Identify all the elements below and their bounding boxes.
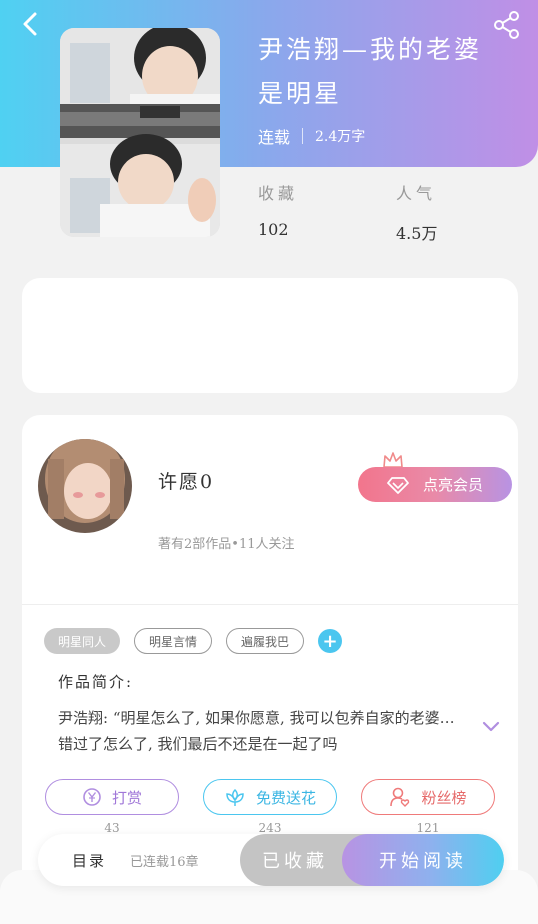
fans-label: 粉丝榜 — [421, 788, 467, 807]
send-flower-button[interactable]: 免费送花 — [203, 779, 337, 815]
add-tag-button[interactable]: + — [318, 629, 343, 653]
tip-label: 打赏 — [111, 788, 142, 807]
plus-icon: + — [322, 630, 338, 652]
popularity-stat: 人气 4.5万 — [396, 180, 437, 244]
bottom-bar: 目录 已连载16章 已收藏 开始阅读 — [38, 834, 504, 886]
popularity-value: 4.5万 — [396, 224, 438, 243]
cover-image — [60, 28, 220, 237]
tip-button[interactable]: 打赏 — [45, 779, 179, 815]
start-reading-label: 开始阅读 — [379, 851, 467, 872]
fans-ranking-button[interactable]: 粉丝榜 — [361, 779, 495, 815]
book-meta: 连载 2.4万字 — [258, 124, 365, 148]
yen-coin-icon — [83, 788, 101, 806]
meta-divider — [302, 128, 304, 144]
diamond-icon — [387, 476, 409, 494]
chapter-status: 已连载16章 — [130, 855, 199, 870]
author-name[interactable]: 许愿0 — [158, 467, 214, 494]
avatar-image — [38, 439, 132, 533]
back-icon[interactable] — [18, 10, 46, 38]
fans-count: 121 — [416, 821, 440, 835]
flower-count: 243 — [258, 821, 282, 835]
book-title: 尹浩翔—我的老婆是明星 — [258, 35, 483, 108]
user-heart-icon — [390, 787, 410, 807]
vip-button[interactable]: 点亮会员 — [358, 467, 512, 502]
serial-status: 连载 — [258, 128, 291, 147]
popularity-label: 人气 — [396, 184, 437, 203]
author-meta: 著有2部作品•11人关注 — [158, 537, 295, 552]
avatar[interactable] — [38, 439, 132, 533]
vip-button-label: 点亮会员 — [422, 476, 483, 494]
author-card: 许愿0 著有2部作品•11人关注 点亮会员 明星同人 明星言情 遍履我巴 + 作… — [22, 415, 518, 895]
divider — [22, 604, 518, 605]
empty-card — [22, 278, 518, 393]
start-reading-button[interactable]: 开始阅读 — [342, 834, 504, 886]
favorites-stat: 收藏 102 — [258, 180, 298, 239]
favorites-label: 收藏 — [258, 184, 299, 203]
tag-item[interactable]: 明星同人 — [44, 628, 121, 654]
chevron-down-icon[interactable] — [482, 721, 500, 733]
favorites-value: 102 — [258, 220, 289, 239]
tag-item[interactable]: 遍履我巴 — [226, 628, 305, 654]
favorite-button-label: 已收藏 — [262, 851, 328, 872]
table-of-contents-button[interactable]: 目录 — [72, 850, 106, 871]
book-cover[interactable] — [60, 28, 220, 237]
tag-list: 明星同人 明星言情 遍履我巴 + — [44, 628, 343, 654]
word-count: 2.4万字 — [315, 129, 366, 145]
tag-item[interactable]: 明星言情 — [134, 628, 213, 654]
intro-text: 尹浩翔: “明星怎么了, 如果你愿意, 我可以包养自家的老婆…错过了怎么了, 我… — [58, 709, 455, 753]
flower-label: 免费送花 — [255, 788, 316, 807]
intro-label: 作品简介: — [58, 673, 134, 691]
flower-icon — [226, 788, 244, 806]
tip-count: 43 — [104, 821, 120, 835]
